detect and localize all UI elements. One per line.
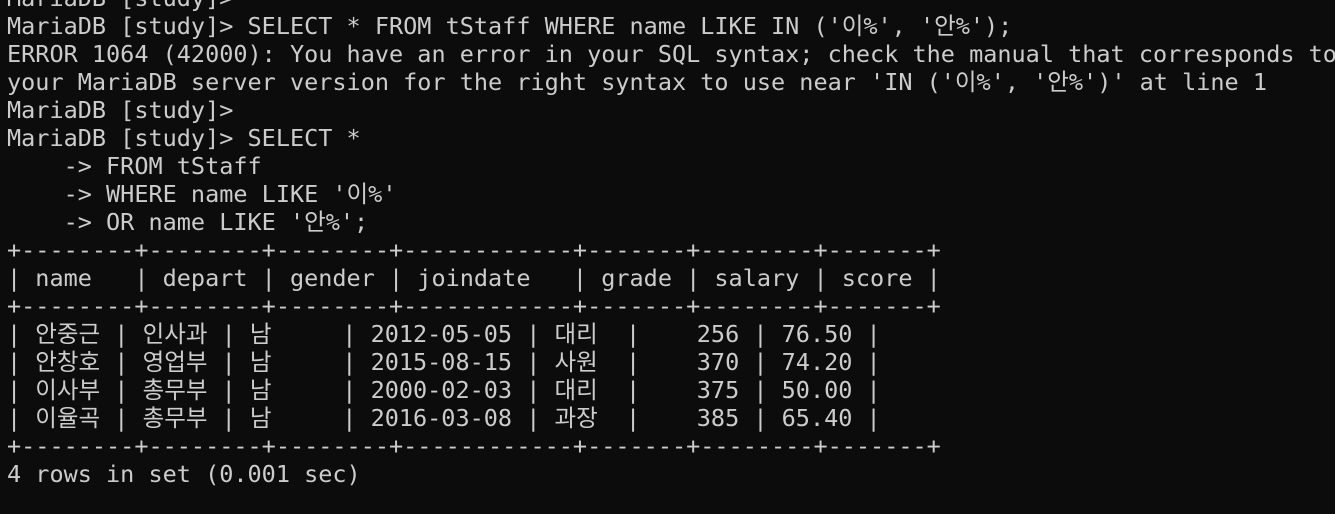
command-continuation-line: -> WHERE name LIKE '이%' (7, 180, 397, 208)
command-continuation-line: -> OR name LIKE '안%'; (7, 208, 369, 236)
error-line: ERROR 1064 (42000): You have an error in… (7, 40, 1335, 68)
table-header-row: | name | depart | gender | joindate | gr… (7, 264, 941, 292)
error-line-continued: your MariaDB server version for the righ… (7, 68, 1267, 96)
table-row: | 이사부 | 총무부 | 남 | 2000-02-03 | 대리 | 375 … (7, 376, 881, 404)
terminal-window[interactable]: MariaDB [study]> MariaDB [study]> SELECT… (0, 0, 1335, 514)
table-row: | 안창호 | 영업부 | 남 | 2015-08-15 | 사원 | 370 … (7, 348, 881, 376)
table-row: | 이율곡 | 총무부 | 남 | 2016-03-08 | 과장 | 385 … (7, 404, 881, 432)
table-border: +--------+--------+--------+------------… (7, 292, 941, 320)
command-line: MariaDB [study]> SELECT * (7, 124, 361, 152)
command-line: MariaDB [study]> SELECT * FROM tStaff WH… (7, 12, 1013, 40)
prompt-line: MariaDB [study]> (7, 96, 234, 124)
prompt-line: MariaDB [study]> (7, 0, 1335, 12)
table-row: | 안중근 | 인사과 | 남 | 2012-05-05 | 대리 | 256 … (7, 320, 881, 348)
result-summary: 4 rows in set (0.001 sec) (7, 460, 361, 488)
command-continuation-line: -> FROM tStaff (7, 152, 262, 180)
table-border: +--------+--------+--------+------------… (7, 236, 941, 264)
table-border: +--------+--------+--------+------------… (7, 432, 941, 460)
